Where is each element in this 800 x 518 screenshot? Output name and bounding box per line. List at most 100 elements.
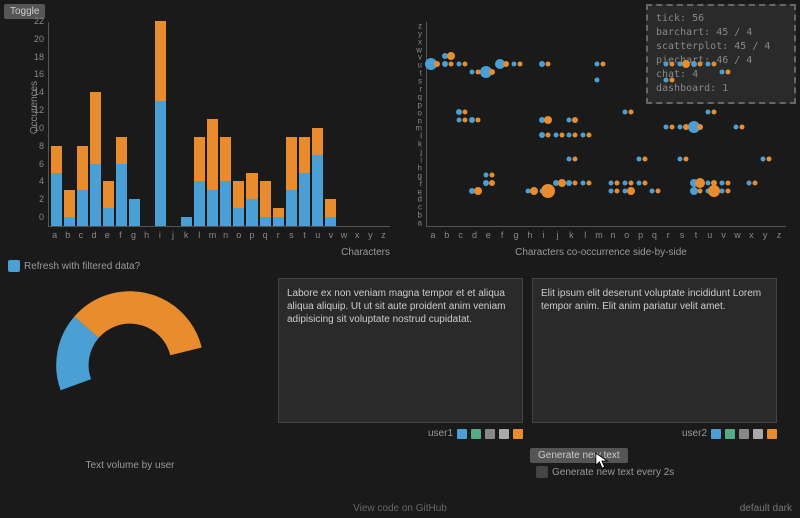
scatter-point <box>608 180 613 185</box>
scatter-y-tick: p <box>418 100 422 109</box>
scatter-point <box>636 180 641 185</box>
scatter-x-labels: abcdefghijklmnopqrstuvwxyz <box>426 230 786 240</box>
bar-y-tick: 4 <box>39 176 44 186</box>
scatter-point <box>705 180 710 185</box>
refresh-checkbox-row[interactable]: Refresh with filtered data? <box>8 260 140 272</box>
bar-x-tick: f <box>114 230 127 240</box>
scatterplot: abcdefghijklmnopqrstuvwxyz abcdefghijklm… <box>412 22 790 252</box>
swatch-orange[interactable] <box>513 429 523 439</box>
scatter-point <box>684 156 689 161</box>
chat-user1-bar: user1 <box>278 428 523 439</box>
scatter-x-tick: w <box>731 230 745 240</box>
scatter-point <box>698 62 703 67</box>
bar-column <box>77 146 88 226</box>
scatter-y-tick: f <box>420 179 422 188</box>
scatter-point <box>733 125 738 130</box>
bar-column <box>325 199 336 226</box>
swatch-lightgrey[interactable] <box>499 429 509 439</box>
bar-y-tick: 22 <box>34 16 44 26</box>
scatter-y-tick: x <box>418 37 422 46</box>
scatter-point <box>682 60 690 68</box>
chat-user1[interactable]: Labore ex non veniam magna tempor et et … <box>278 278 523 423</box>
scatter-point <box>489 69 495 75</box>
scatter-y-tick: o <box>418 108 422 117</box>
scatter-point <box>705 62 710 67</box>
scatter-x-tick: i <box>537 230 551 240</box>
bar-y-tick: 0 <box>39 212 44 222</box>
theme-label[interactable]: default dark <box>740 503 792 514</box>
bar-x-tick: o <box>232 230 245 240</box>
chat-user2[interactable]: Elit ipsum elit deserunt voluptate incid… <box>532 278 777 423</box>
scatter-point <box>711 109 716 114</box>
bar-x-tick: p <box>245 230 258 240</box>
scatter-point <box>595 78 600 83</box>
bar-y-tick: 2 <box>39 194 44 204</box>
bar-x-tick: d <box>87 230 100 240</box>
bar-x-tick: q <box>259 230 272 240</box>
footer-link[interactable]: View code on GitHub <box>0 503 800 514</box>
scatter-point <box>628 109 633 114</box>
swatch-grey[interactable] <box>739 429 749 439</box>
bar-x-tick: i <box>153 230 166 240</box>
scatter-point <box>753 180 758 185</box>
scatter-point <box>670 62 675 67</box>
swatch-green[interactable] <box>471 429 481 439</box>
scatter-point <box>448 62 453 67</box>
scatter-point <box>581 180 586 185</box>
scatter-point <box>636 156 641 161</box>
scatter-point <box>670 125 675 130</box>
scatter-point <box>719 180 724 185</box>
scatter-y-tick: w <box>416 45 422 54</box>
scatter-y-tick: t <box>420 69 422 78</box>
scatter-point <box>573 180 578 185</box>
bar-column <box>220 137 231 226</box>
scatter-y-tick: c <box>418 203 422 212</box>
scatter-point <box>456 109 462 115</box>
scatter-point <box>622 180 627 185</box>
scatter-point <box>434 61 440 67</box>
scatter-x-tick: y <box>758 230 772 240</box>
generate-button[interactable]: Generate new text <box>530 448 628 463</box>
scatter-point <box>470 70 475 75</box>
scatter-point <box>573 133 578 138</box>
scatter-point <box>539 132 545 138</box>
swatch-blue[interactable] <box>457 429 467 439</box>
bar-column <box>194 137 205 226</box>
scatter-point <box>601 62 606 67</box>
swatch-green[interactable] <box>725 429 735 439</box>
barchart-x-axis-label: Characters <box>30 247 400 258</box>
bar-x-tick: w <box>337 230 350 240</box>
bar-x-tick: g <box>127 230 140 240</box>
scatter-point <box>683 124 689 130</box>
bar-x-tick: z <box>377 230 390 240</box>
scatter-x-tick: j <box>551 230 565 240</box>
scatter-y-tick: g <box>418 171 422 180</box>
scatter-point <box>697 124 703 130</box>
scatter-title: Characters co-occurrence side-by-side <box>412 247 790 258</box>
swatch-grey[interactable] <box>485 429 495 439</box>
scatter-point <box>567 117 572 122</box>
scatter-point <box>559 133 564 138</box>
scatter-x-tick: s <box>675 230 689 240</box>
checkbox-checked-icon[interactable] <box>8 260 20 272</box>
bar-x-tick: j <box>166 230 179 240</box>
scatter-point <box>567 133 572 138</box>
swatch-lightgrey[interactable] <box>753 429 763 439</box>
chat-user2-bar: user2 <box>532 428 777 439</box>
barchart-y-ticks: 0246810121416182022 <box>30 22 46 227</box>
scatter-point <box>541 184 555 198</box>
scatter-y-tick: d <box>418 195 422 204</box>
checkbox-unchecked-icon[interactable] <box>536 466 548 478</box>
scatter-x-tick: v <box>717 230 731 240</box>
bar-x-tick: b <box>61 230 74 240</box>
generate-checkbox-row[interactable]: Generate new text every 2s <box>536 466 674 478</box>
scatter-point <box>553 133 558 138</box>
bar-x-tick: r <box>272 230 285 240</box>
bar-x-tick: h <box>140 230 153 240</box>
scatter-x-tick: c <box>454 230 468 240</box>
bar-y-tick: 14 <box>34 87 44 97</box>
swatch-blue[interactable] <box>711 429 721 439</box>
scatter-point <box>462 117 467 122</box>
bar-column <box>155 21 166 226</box>
swatch-orange[interactable] <box>767 429 777 439</box>
